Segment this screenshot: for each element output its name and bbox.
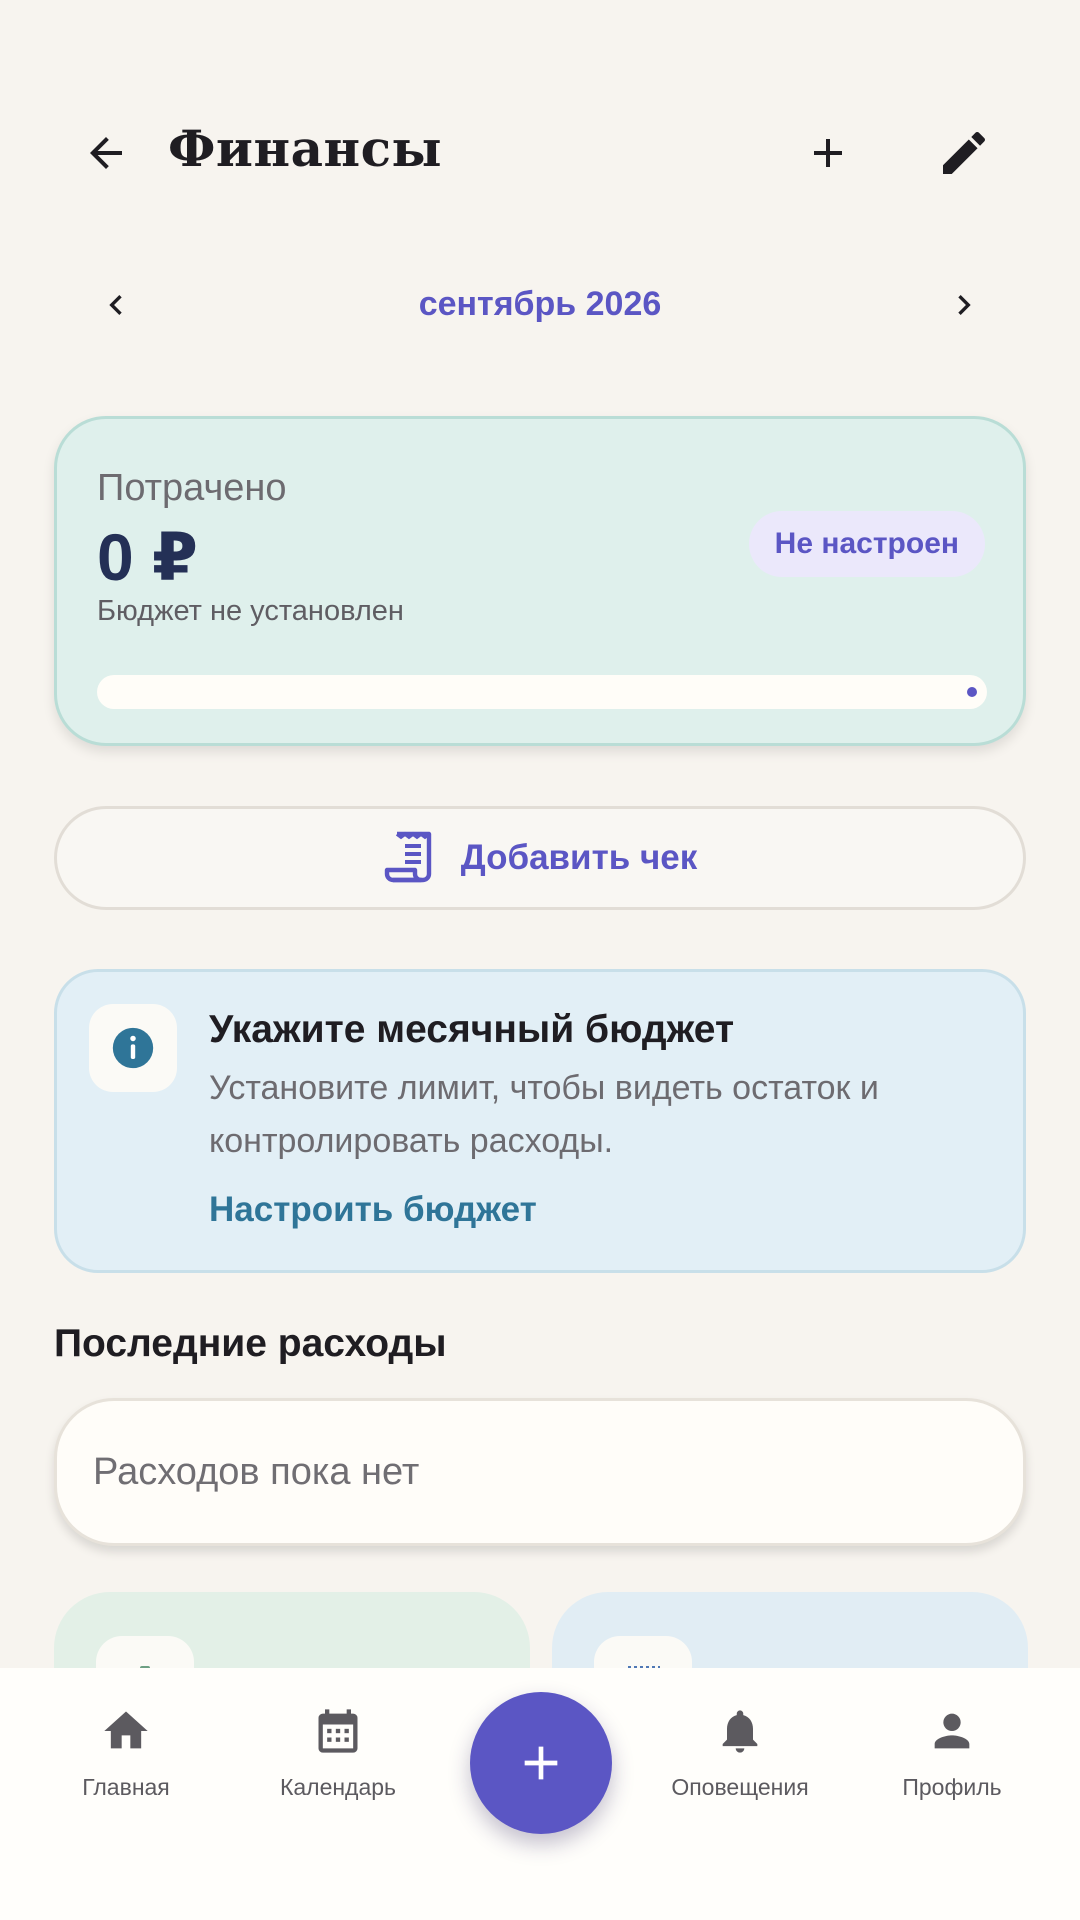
budget-status-text: Бюджет не установлен (97, 595, 404, 627)
nav-item-calendar[interactable]: Календарь (248, 1700, 428, 1801)
spent-amount: 0 ₽ (97, 520, 198, 594)
spent-summary-card[interactable]: Потрачено 0 ₽ Бюджет не установлен Не на… (54, 416, 1026, 746)
month-switcher: сентябрь 2026 (0, 265, 1080, 345)
budget-prompt-text: Установите лимит, чтобы видеть остаток и… (209, 1069, 879, 1160)
next-month-button[interactable] (924, 265, 1004, 345)
edit-button[interactable] (924, 113, 1004, 193)
back-button[interactable] (66, 113, 146, 193)
add-receipt-button[interactable]: Добавить чек (54, 806, 1026, 910)
add-expense-fab[interactable] (470, 1692, 612, 1834)
chevron-right-icon (958, 295, 971, 315)
nav-item-profile[interactable]: Профиль (862, 1700, 1042, 1801)
budget-prompt-card: Укажите месячный бюджет Установите лимит… (54, 969, 1026, 1273)
progress-end-dot (967, 687, 977, 697)
recent-expenses-title: Последние расходы (54, 1322, 447, 1365)
nav-item-notifications[interactable]: Оповещения (650, 1700, 830, 1801)
info-icon-container (89, 1004, 177, 1092)
calendar-icon (318, 1709, 358, 1753)
receipt-icon (383, 830, 435, 886)
spent-label: Потрачено (97, 467, 287, 509)
budget-progress-bar (97, 675, 987, 709)
pencil-icon (943, 131, 986, 174)
plus-icon (524, 1746, 558, 1780)
empty-state-text: Расходов пока нет (93, 1451, 420, 1493)
nav-item-home[interactable]: Главная (36, 1700, 216, 1801)
info-icon (112, 1027, 154, 1069)
budget-prompt-title: Укажите месячный бюджет (209, 1008, 735, 1051)
add-button[interactable] (788, 113, 868, 193)
nav-label-calendar: Календарь (279, 1774, 397, 1800)
arrow-left-icon (90, 137, 122, 169)
add-receipt-label: Добавить чек (460, 838, 698, 877)
month-label[interactable]: сентябрь 2026 (0, 285, 1080, 324)
app-bar: Финансы (0, 105, 1080, 200)
nav-label-profile: Профиль (902, 1774, 1002, 1800)
status-badge: Не настроен (748, 511, 985, 577)
recent-expenses-empty-card: Расходов пока нет (54, 1398, 1026, 1546)
nav-label-home: Главная (82, 1774, 170, 1800)
setup-budget-link[interactable]: Настроить бюджет (209, 1190, 537, 1230)
page-title: Финансы (168, 119, 443, 178)
finance-screen: Финансы сентябрь 2026 Потрачено 0 ₽ Бюдж… (0, 0, 1080, 1920)
bell-icon (722, 1710, 758, 1753)
nav-label-notifications: Оповещения (671, 1774, 809, 1800)
home-icon (104, 1711, 148, 1749)
plus-icon (814, 139, 842, 167)
profile-icon (934, 1713, 970, 1749)
